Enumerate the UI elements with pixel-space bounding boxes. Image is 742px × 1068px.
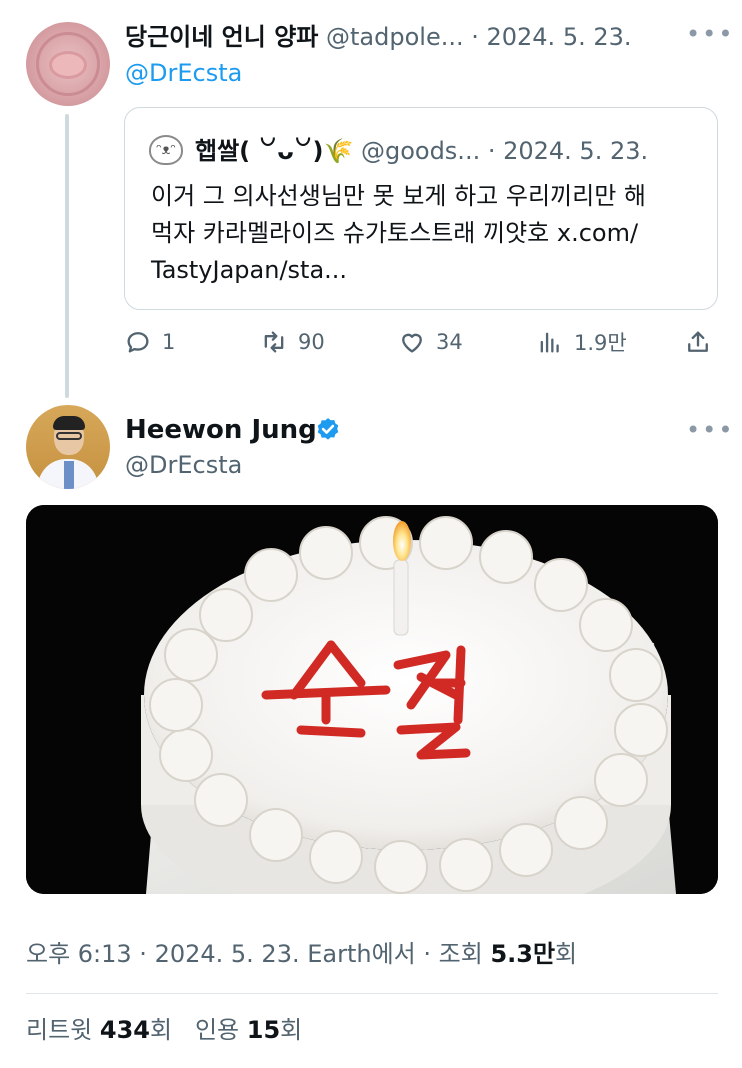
avatar-glasses: [56, 432, 82, 440]
quotes-label: 인용: [194, 1016, 247, 1044]
retweets-label: 리트윗: [26, 1016, 100, 1044]
like-button[interactable]: 34: [398, 322, 463, 362]
quoted-text-line: 먹자 카라멜라이즈 슈가토스트래 끼얏호 x.com/: [151, 219, 639, 247]
reply-icon: [127, 332, 149, 353]
tweet-image[interactable]: [26, 505, 718, 894]
quoted-text-line: TastyJapan/sta...: [151, 256, 348, 284]
timestamp-source[interactable]: 오후 6:13 · 2024. 5. 23. Earth에서 · 조회: [26, 940, 490, 968]
tweet-actions-bar: 1 90 34 1.9만: [124, 322, 718, 362]
divider: [26, 993, 718, 994]
handle[interactable]: @DrEcsta: [125, 450, 242, 480]
share-button[interactable]: [684, 322, 722, 362]
retweet-count: 90: [298, 330, 325, 354]
quotes-suffix: 회: [280, 1016, 303, 1044]
avatar[interactable]: [26, 405, 110, 489]
quotes-value: 15: [246, 1016, 281, 1044]
quoted-display-name: 햅쌀( ꒡ᴗ꒡)🌾: [195, 137, 354, 165]
analytics-icon: [540, 332, 559, 353]
quoted-tweet-text: 이거 그 의사선생님만 못 보게 하고 우리끼리만 해 먹자 카라멜라이즈 슈가…: [151, 178, 701, 289]
tweet-meta: 오후 6:13 · 2024. 5. 23. Earth에서 · 조회 5.3만…: [26, 938, 577, 970]
retweet-button[interactable]: 90: [260, 322, 325, 362]
like-count: 34: [436, 330, 463, 354]
quoted-text-line: 이거 그 의사선생님만 못 보게 하고 우리끼리만 해: [151, 182, 647, 210]
display-name[interactable]: 당근이네 언니 양파: [125, 23, 318, 51]
retweet-icon: [264, 331, 284, 353]
views-value: 5.3만: [490, 940, 556, 968]
more-horizontal-icon[interactable]: •••: [686, 20, 734, 48]
handle-date[interactable]: @tadpole... · 2024. 5. 23.: [326, 23, 632, 51]
retweets-value: 434: [99, 1016, 150, 1044]
quoted-tweet-header: 햅쌀( ꒡ᴗ꒡)🌾 @goods... · 2024. 5. 23.: [195, 136, 648, 166]
views-suffix: 회: [555, 940, 578, 968]
view-count: 1.9만: [574, 331, 627, 355]
thread-connector-line: [65, 114, 69, 398]
verified-badge-icon[interactable]: [314, 416, 342, 444]
share-icon: [688, 331, 708, 352]
avatar-face: [52, 54, 84, 76]
quoted-handle-date: @goods... · 2024. 5. 23.: [360, 137, 649, 165]
avatar-hair: [53, 416, 85, 430]
heart-icon: [402, 333, 422, 353]
cake-photo: [26, 505, 718, 894]
parent-tweet-header: 당근이네 언니 양파 @tadpole... · 2024. 5. 23.: [125, 22, 632, 52]
retweets-stat[interactable]: 리트윗 434회: [26, 1016, 172, 1044]
views-button[interactable]: 1.9만: [536, 322, 627, 362]
quoted-avatar-icon: ᵔᴥᵔ: [149, 135, 183, 165]
quotes-stat[interactable]: 인용 15회: [195, 1016, 302, 1044]
reply-count: 1: [162, 330, 176, 354]
tweet-stats: 리트윗 434회 인용 15회: [26, 1014, 302, 1046]
avatar[interactable]: [26, 22, 110, 106]
quoted-tweet-card[interactable]: ᵔᴥᵔ 햅쌀( ꒡ᴗ꒡)🌾 @goods... · 2024. 5. 23. 이…: [124, 107, 718, 310]
display-name[interactable]: Heewon Jung: [125, 414, 317, 446]
reply-button[interactable]: 1: [124, 322, 175, 362]
retweets-suffix: 회: [149, 1016, 173, 1044]
avatar-tie: [64, 461, 74, 489]
more-horizontal-icon[interactable]: •••: [686, 416, 734, 444]
reply-to-handle[interactable]: @DrEcsta: [125, 58, 242, 88]
